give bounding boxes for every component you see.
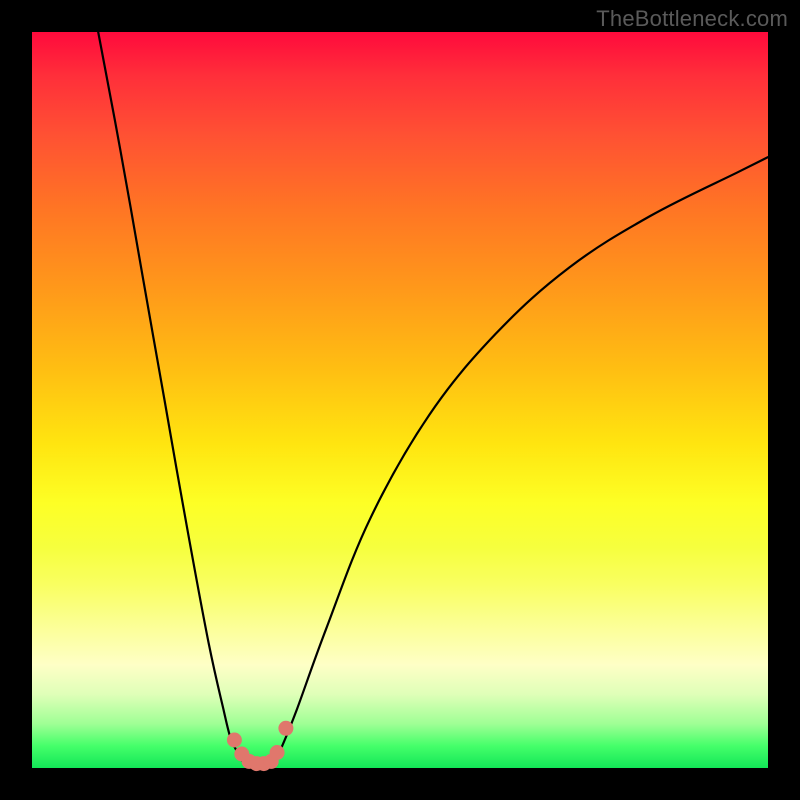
curve-right-branch xyxy=(275,157,768,761)
chart-frame: TheBottleneck.com xyxy=(0,0,800,800)
valley-marker-dot xyxy=(270,745,285,760)
curve-layer xyxy=(32,32,768,768)
valley-marker-dot xyxy=(278,721,293,736)
watermark-text: TheBottleneck.com xyxy=(596,6,788,32)
valley-markers xyxy=(227,721,294,771)
curve-left-branch xyxy=(98,32,242,761)
plot-area xyxy=(32,32,768,768)
valley-marker-dot xyxy=(227,733,242,748)
